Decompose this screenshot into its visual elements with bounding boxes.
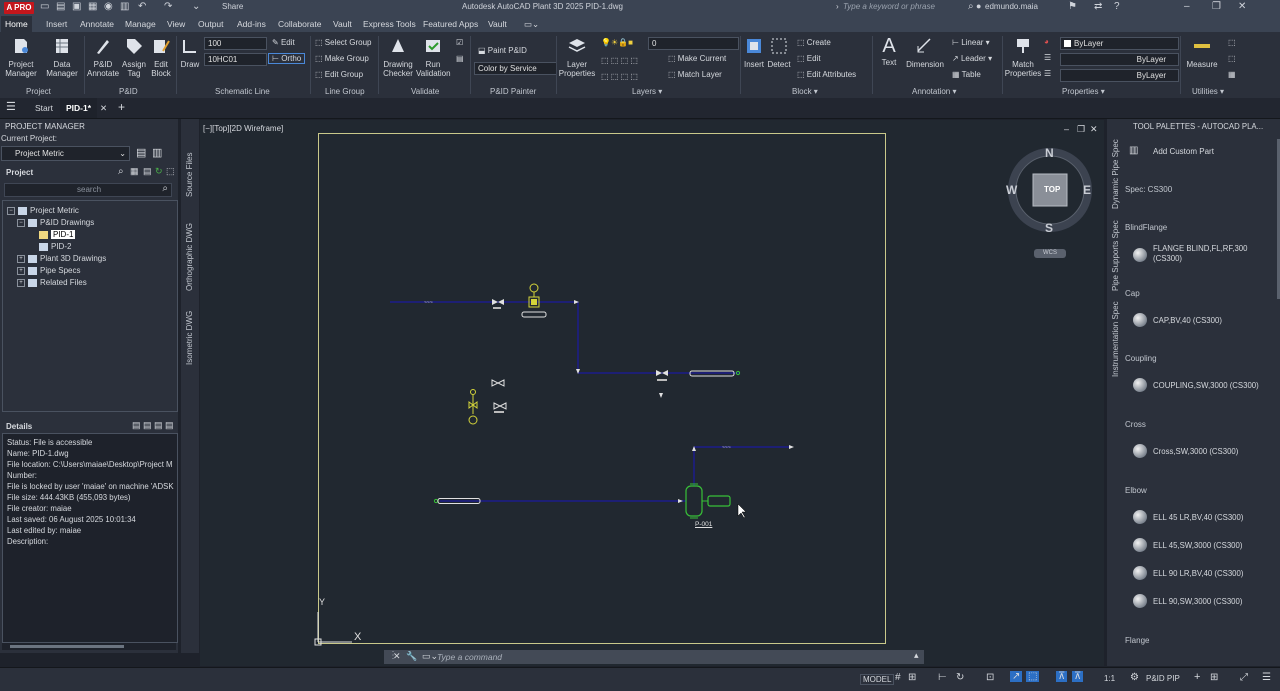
palette-item-ell-90-lr[interactable]: ELL 90 LR,BV,40 (CS300) <box>1153 569 1280 579</box>
tool-palettes-panel: TOOL PALETTES - AUTOCAD PLA... Dynamic P… <box>1107 119 1280 666</box>
add-icon[interactable]: + <box>1194 671 1200 683</box>
compass-east[interactable]: E <box>1083 183 1091 197</box>
compass-west[interactable]: W <box>1006 183 1017 197</box>
compass-south[interactable]: S <box>1045 221 1053 235</box>
instrument-selected[interactable] <box>521 283 547 318</box>
snap-icon[interactable]: ⊞ <box>908 672 916 683</box>
isodraft-icon[interactable]: ↗ <box>1010 671 1023 682</box>
customize-icon[interactable]: 🔧 <box>406 651 417 662</box>
pipe-line-2[interactable]: ~~~ <box>692 445 794 486</box>
flange-blind-icon <box>1133 248 1147 262</box>
palette-item-cross[interactable]: Cross,SW,3000 (CS300) <box>1153 447 1280 457</box>
category-cap: Cap <box>1125 289 1140 298</box>
palette-item-coupling[interactable]: COUPLING,SW,3000 (CS300) <box>1153 381 1280 391</box>
pipe-line-3[interactable] <box>433 498 686 504</box>
elbow-icon <box>1133 594 1147 608</box>
category-coupling: Coupling <box>1125 354 1157 363</box>
annotation-scale-icon[interactable]: ⊼ <box>1056 671 1068 682</box>
tool-palettes-title: TOOL PALETTES - AUTOCAD PLA... <box>1133 122 1264 131</box>
isolate-icon[interactable]: ⊞ <box>1210 672 1218 683</box>
pump-tag-label[interactable]: P-001 <box>695 521 712 528</box>
gate-valve[interactable] <box>492 299 504 309</box>
status-bar: MODEL # ⊞ ⊢ ↻ ⊡ ↗ ⬚ ⊼ ⊼ 1:1 ⚙ P&ID PIP +… <box>0 667 1280 691</box>
add-custom-part-button[interactable]: Add Custom Part <box>1153 147 1214 156</box>
palette-item-ell-45-sw[interactable]: ELL 45,SW,3000 (CS300) <box>1153 541 1280 551</box>
category-blindflange: BlindFlange <box>1125 223 1168 232</box>
elbow-icon <box>1133 566 1147 580</box>
valve-symbol-2[interactable] <box>493 402 507 413</box>
fullscreen-icon[interactable]: ⤢ <box>1240 672 1248 683</box>
model-space-button[interactable]: MODEL <box>860 674 895 685</box>
category-flange: Flange <box>1125 636 1150 645</box>
ucs-x-label: X <box>354 631 362 643</box>
selection-cycle-icon[interactable]: ⬚ <box>1026 671 1040 682</box>
customization-icon[interactable]: ☰ <box>1262 672 1271 683</box>
annotation-visibility-icon[interactable]: ⊼ <box>1072 671 1084 682</box>
vtab-dynamic-pipe-spec[interactable]: Dynamic Pipe Spec <box>1111 139 1120 209</box>
vtab-pipe-supports-spec[interactable]: Pipe Supports Spec <box>1111 220 1120 291</box>
polar-icon[interactable]: ↻ <box>956 672 964 683</box>
ucs-y-label: Y <box>319 597 326 607</box>
palette-item-ell-45-lr[interactable]: ELL 45 LR,BV,40 (CS300) <box>1153 513 1280 523</box>
category-elbow: Elbow <box>1125 486 1147 495</box>
vtab-instrumentation-spec[interactable]: Instrumentation Spec <box>1111 301 1120 377</box>
spec-label: Spec: CS300 <box>1125 185 1173 194</box>
command-close-icon[interactable]: ✕ <box>393 651 401 662</box>
valve-symbol-1[interactable] <box>491 379 505 387</box>
svg-text:~~~: ~~~ <box>424 300 433 306</box>
recent-commands-icon[interactable]: ▭⌄ <box>422 651 438 662</box>
mouse-cursor <box>737 503 747 519</box>
workspace-gear-icon[interactable]: ⚙ <box>1130 672 1139 683</box>
pid-drawing: ~~~ ~~~ <box>314 148 1092 646</box>
cap-icon <box>1133 313 1147 327</box>
command-input[interactable]: Type a command <box>437 650 915 664</box>
coupling-icon <box>1133 378 1147 392</box>
compass-north[interactable]: N <box>1045 146 1054 160</box>
pump-p-001[interactable] <box>685 483 731 519</box>
palette-item-flange-blind[interactable]: FLANGE BLIND,FL,RF,300 (CS300) <box>1153 244 1277 264</box>
palette-item-cap[interactable]: CAP,BV,40 (CS300) <box>1153 316 1280 326</box>
cross-icon <box>1133 444 1147 458</box>
category-cross: Cross <box>1125 420 1146 429</box>
scale-combo[interactable]: 1:1 <box>1104 674 1115 683</box>
wcs-menu[interactable]: WCS <box>1034 249 1066 258</box>
tp-vertical-tabs: Dynamic Pipe Spec Pipe Supports Spec Ins… <box>1111 139 1125 399</box>
elbow-icon <box>1133 538 1147 552</box>
osnap-icon[interactable]: ⊡ <box>986 672 994 683</box>
pipe-line-1[interactable]: ~~~ <box>390 300 740 374</box>
instrument-selected-2[interactable] <box>468 389 478 425</box>
control-valve[interactable] <box>656 370 668 398</box>
dynamic-input-icon[interactable]: ⊢ <box>938 672 947 683</box>
add-custom-part-icon[interactable]: ▥ <box>1129 145 1138 156</box>
ucs-icon <box>314 612 352 646</box>
viewcube-top-face[interactable]: TOP <box>1044 185 1060 194</box>
grid-icon[interactable]: # <box>895 672 901 683</box>
svg-text:~~~: ~~~ <box>722 445 731 451</box>
workspace-combo[interactable]: P&ID PIP <box>1146 674 1180 683</box>
palette-item-ell-90-sw[interactable]: ELL 90,SW,3000 (CS300) <box>1153 597 1280 607</box>
elbow-icon <box>1133 510 1147 524</box>
